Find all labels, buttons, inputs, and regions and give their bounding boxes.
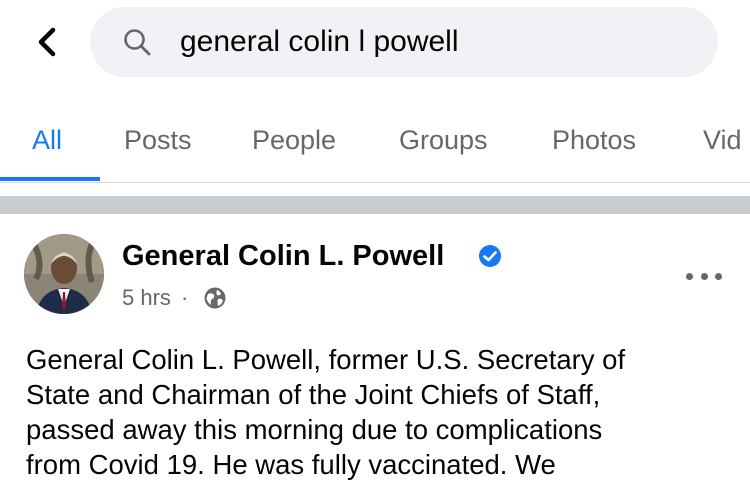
- more-options-button[interactable]: [686, 264, 722, 288]
- search-filter-tabs: All Posts People Groups Photos Vid: [0, 105, 750, 185]
- section-separator: [0, 196, 750, 214]
- search-bar[interactable]: general colin l powell: [90, 7, 718, 77]
- post-author-name[interactable]: General Colin L. Powell: [122, 238, 444, 274]
- post-body-line: State and Chairman of the Joint Chiefs o…: [26, 379, 601, 410]
- tab-videos[interactable]: Vid: [703, 123, 742, 157]
- more-options-icon: [686, 272, 693, 280]
- tabs-divider: [0, 182, 750, 183]
- active-tab-indicator: [0, 177, 100, 181]
- post-body-line: General Colin L. Powell, former U.S. Sec…: [26, 344, 626, 375]
- back-button[interactable]: [28, 22, 68, 62]
- top-bar: general colin l powell: [0, 0, 750, 95]
- meta-separator: ·: [181, 285, 189, 310]
- tab-photos[interactable]: Photos: [552, 123, 636, 157]
- post-body-line: from Covid 19. He was fully vaccinated. …: [26, 449, 556, 480]
- search-icon: [124, 29, 151, 56]
- tab-posts[interactable]: Posts: [124, 123, 192, 157]
- profile-photo: [24, 234, 104, 314]
- verified-badge-icon: [479, 245, 501, 267]
- back-arrow-icon: [38, 27, 56, 57]
- tab-all[interactable]: All: [32, 123, 62, 157]
- tab-people[interactable]: People: [252, 123, 336, 157]
- tab-groups[interactable]: Groups: [399, 123, 488, 157]
- search-input[interactable]: general colin l powell: [180, 25, 459, 59]
- post-body-line: passed away this morning due to complica…: [26, 414, 603, 445]
- post-body: General Colin L. Powell, former U.S. Sec…: [26, 342, 726, 482]
- post-timestamp[interactable]: 5 hrs: [122, 284, 171, 312]
- globe-icon: [204, 287, 226, 309]
- post-card: General Colin L. Powell 5 hrs · General …: [0, 214, 750, 498]
- avatar[interactable]: [24, 234, 104, 314]
